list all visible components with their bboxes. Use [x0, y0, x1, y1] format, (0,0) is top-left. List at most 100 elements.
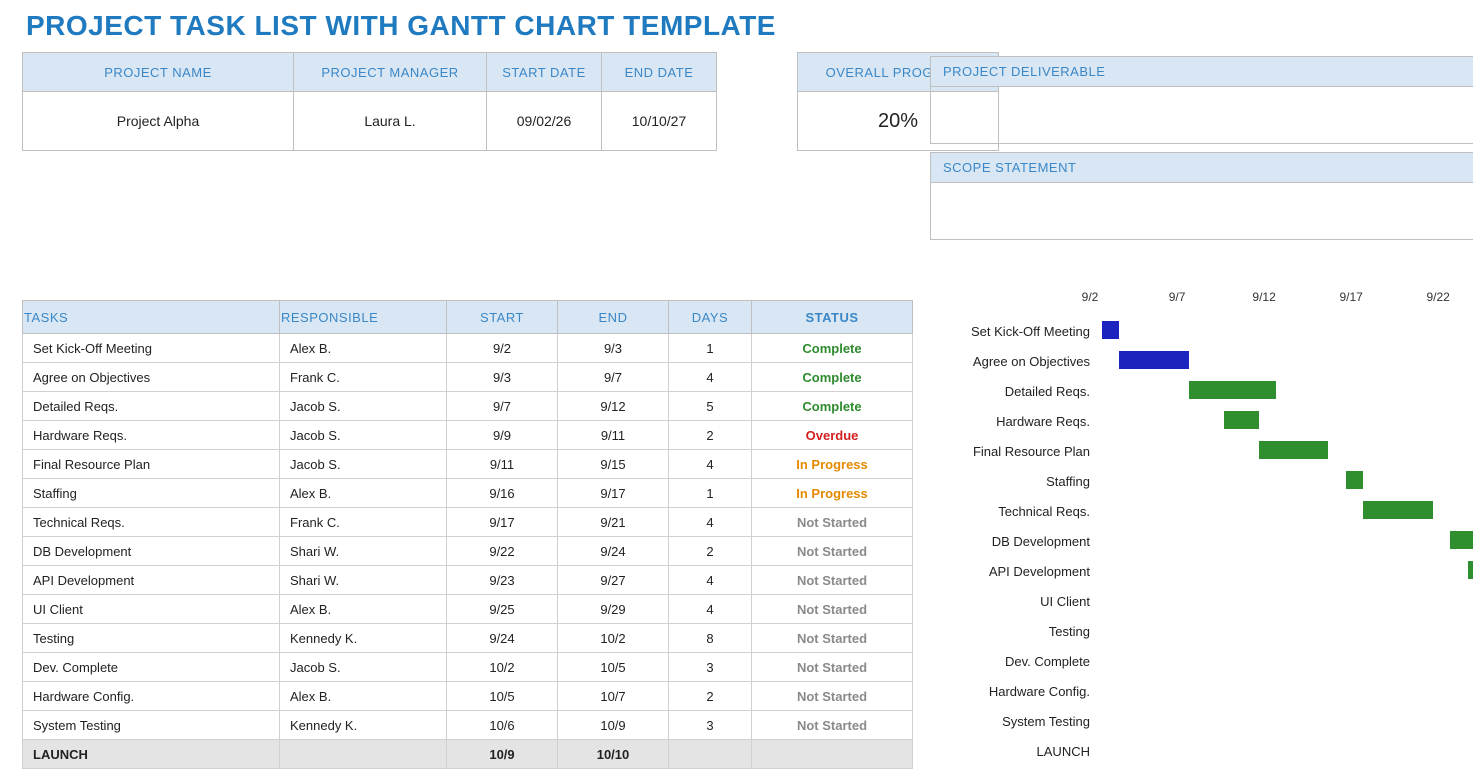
gantt-row-label: API Development	[930, 564, 1102, 579]
gantt-row-track	[1102, 376, 1473, 406]
gantt-axis-tick: 9/22	[1426, 290, 1449, 304]
task-cell-name: Dev. Complete	[23, 653, 280, 682]
task-cell-responsible: Alex B.	[280, 682, 447, 711]
task-cell-status: Complete	[752, 363, 913, 392]
task-cell-days: 4	[669, 450, 752, 479]
gantt-row-label: System Testing	[930, 714, 1102, 729]
gantt-row-track	[1102, 316, 1473, 346]
gantt-row: Technical Reqs.	[930, 496, 1473, 526]
gantt-row-label: DB Development	[930, 534, 1102, 549]
table-row[interactable]: Final Resource PlanJacob S.9/119/154In P…	[23, 450, 913, 479]
task-cell-responsible: Jacob S.	[280, 450, 447, 479]
task-cell-status: In Progress	[752, 479, 913, 508]
table-row[interactable]: System TestingKennedy K.10/610/93Not Sta…	[23, 711, 913, 740]
task-cell-responsible: Kennedy K.	[280, 711, 447, 740]
task-cell-name: Agree on Objectives	[23, 363, 280, 392]
gantt-row-label: Technical Reqs.	[930, 504, 1102, 519]
task-cell-name: System Testing	[23, 711, 280, 740]
header-tasks: TASKS	[23, 301, 280, 334]
task-cell-status	[752, 740, 913, 769]
task-cell-start: 10/6	[447, 711, 558, 740]
task-cell-days	[669, 740, 752, 769]
gantt-row-track	[1102, 346, 1473, 376]
table-row[interactable]: DB DevelopmentShari W.9/229/242Not Start…	[23, 537, 913, 566]
task-cell-end: 10/10	[558, 740, 669, 769]
table-row[interactable]: TestingKennedy K.9/2410/28Not Started	[23, 624, 913, 653]
gantt-row: Dev. Complete	[930, 646, 1473, 676]
task-cell-start: 9/7	[447, 392, 558, 421]
gantt-row-track	[1102, 466, 1473, 496]
gantt-row-label: Testing	[930, 624, 1102, 639]
gantt-bar	[1346, 471, 1363, 489]
header-end-date: END DATE	[602, 53, 717, 92]
table-row[interactable]: Set Kick-Off MeetingAlex B.9/29/31Comple…	[23, 334, 913, 363]
task-cell-start: 9/17	[447, 508, 558, 537]
table-row[interactable]: StaffingAlex B.9/169/171In Progress	[23, 479, 913, 508]
gantt-row-label: Dev. Complete	[930, 654, 1102, 669]
table-row[interactable]: Technical Reqs.Frank C.9/179/214Not Star…	[23, 508, 913, 537]
task-cell-responsible: Frank C.	[280, 363, 447, 392]
task-cell-end: 9/7	[558, 363, 669, 392]
table-row[interactable]: LAUNCH10/910/10	[23, 740, 913, 769]
gantt-row-label: Detailed Reqs.	[930, 384, 1102, 399]
task-cell-status: Not Started	[752, 566, 913, 595]
task-cell-name: Hardware Config.	[23, 682, 280, 711]
value-deliverable[interactable]	[930, 87, 1473, 144]
task-cell-end: 10/9	[558, 711, 669, 740]
gantt-row-track	[1102, 406, 1473, 436]
gantt-row-label: Staffing	[930, 474, 1102, 489]
gantt-row: Set Kick-Off Meeting	[930, 316, 1473, 346]
task-cell-start: 10/9	[447, 740, 558, 769]
table-row[interactable]: Hardware Reqs.Jacob S.9/99/112Overdue	[23, 421, 913, 450]
task-cell-responsible: Frank C.	[280, 508, 447, 537]
table-row[interactable]: Agree on ObjectivesFrank C.9/39/74Comple…	[23, 363, 913, 392]
task-cell-responsible: Shari W.	[280, 537, 447, 566]
gantt-row-track	[1102, 556, 1473, 586]
gantt-bar	[1468, 561, 1473, 579]
task-cell-name: UI Client	[23, 595, 280, 624]
task-cell-start: 9/25	[447, 595, 558, 624]
gantt-bar	[1119, 351, 1189, 369]
header-scope: SCOPE STATEMENT	[930, 152, 1473, 183]
value-end-date[interactable]: 10/10/27	[602, 92, 717, 151]
task-cell-start: 9/22	[447, 537, 558, 566]
value-start-date[interactable]: 09/02/26	[487, 92, 602, 151]
value-scope[interactable]	[930, 183, 1473, 240]
table-row[interactable]: API DevelopmentShari W.9/239/274Not Star…	[23, 566, 913, 595]
task-cell-days: 2	[669, 682, 752, 711]
gantt-row: UI Client	[930, 586, 1473, 616]
gantt-row: Hardware Reqs.	[930, 406, 1473, 436]
header-start-date: START DATE	[487, 53, 602, 92]
gantt-row: System Testing	[930, 706, 1473, 736]
task-cell-end: 9/17	[558, 479, 669, 508]
task-cell-days: 5	[669, 392, 752, 421]
gantt-row-label: LAUNCH	[930, 744, 1102, 759]
task-cell-status: In Progress	[752, 450, 913, 479]
task-cell-status: Not Started	[752, 682, 913, 711]
value-project-name[interactable]: Project Alpha	[23, 92, 294, 151]
scope-panel: SCOPE STATEMENT	[930, 152, 1473, 240]
table-row[interactable]: Dev. CompleteJacob S.10/210/53Not Starte…	[23, 653, 913, 682]
gantt-row-label: Agree on Objectives	[930, 354, 1102, 369]
value-project-manager[interactable]: Laura L.	[294, 92, 487, 151]
gantt-row-track	[1102, 676, 1473, 706]
task-cell-days: 8	[669, 624, 752, 653]
gantt-row: DB Development	[930, 526, 1473, 556]
gantt-row-track	[1102, 736, 1473, 766]
table-row[interactable]: UI ClientAlex B.9/259/294Not Started	[23, 595, 913, 624]
table-row[interactable]: Hardware Config.Alex B.10/510/72Not Star…	[23, 682, 913, 711]
table-row[interactable]: Detailed Reqs.Jacob S.9/79/125Complete	[23, 392, 913, 421]
task-cell-end: 9/29	[558, 595, 669, 624]
task-cell-name: API Development	[23, 566, 280, 595]
gantt-bar	[1259, 441, 1329, 459]
task-cell-status: Not Started	[752, 711, 913, 740]
task-cell-start: 9/2	[447, 334, 558, 363]
task-cell-days: 2	[669, 537, 752, 566]
task-cell-name: DB Development	[23, 537, 280, 566]
gantt-chart: 9/29/79/129/179/22 Set Kick-Off MeetingA…	[930, 290, 1473, 770]
gantt-row: LAUNCH	[930, 736, 1473, 766]
task-cell-days: 4	[669, 566, 752, 595]
gantt-bar	[1189, 381, 1276, 399]
task-cell-responsible: Jacob S.	[280, 653, 447, 682]
task-cell-status: Complete	[752, 392, 913, 421]
